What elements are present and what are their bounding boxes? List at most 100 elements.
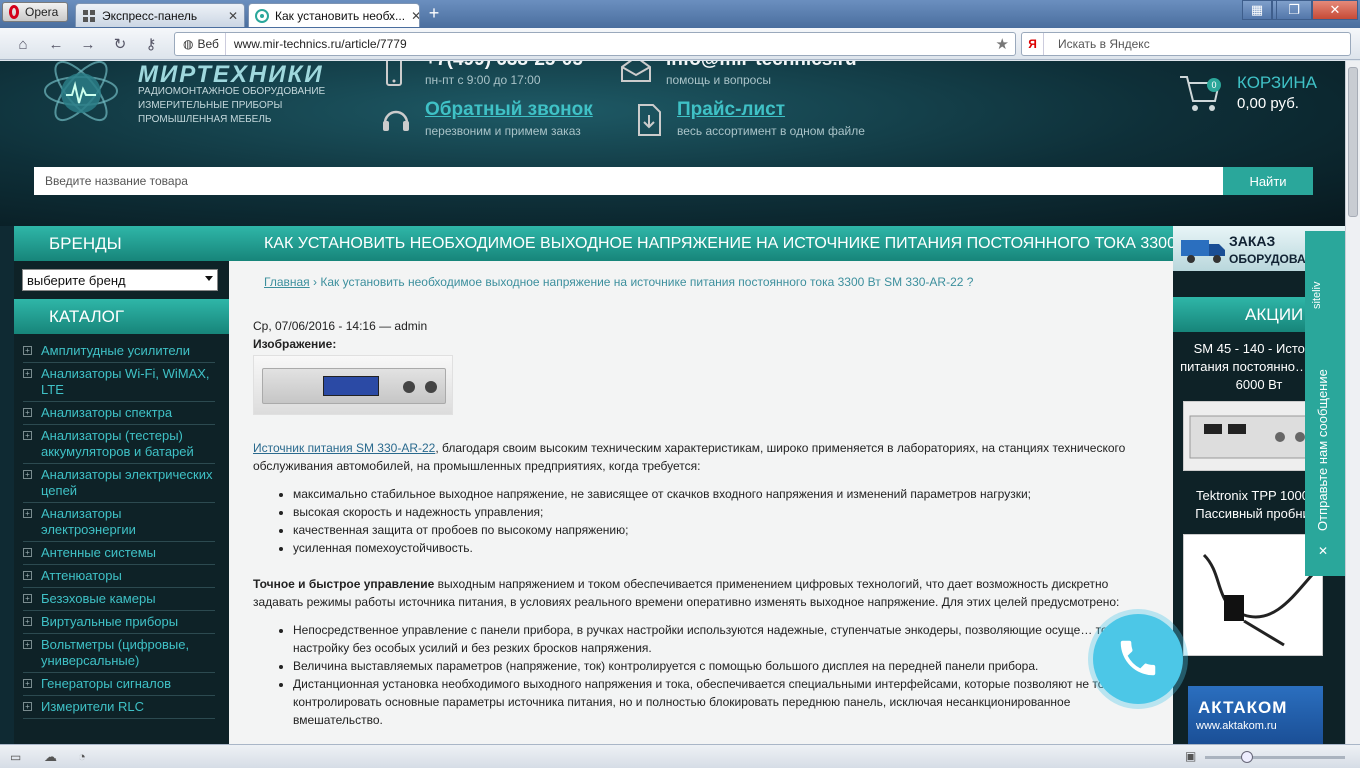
left-sidebar: БРЕНДЫ выберите бренд КАТАЛОГ + Амплитудн… [14,226,229,744]
list-item[interactable]: + Вольтметры (цифровые, универсальные) [23,634,215,673]
reload-icon[interactable]: ↻ [109,34,131,54]
phone-number[interactable]: +7(499) 638-25-05 [425,61,583,71]
list-item: усиленная помехоустойчивость. [293,539,1149,557]
brand-select[interactable]: выберите бренд [22,269,218,291]
site-header: МИРТЕХНИКИ РАДИОМОНТАЖНОЕ ОБОРУДОВАНИЕ И… [0,61,1345,226]
product-link[interactable]: Источник питания SM 330-AR-22 [253,441,435,455]
list-item[interactable]: + Измерители RLC [23,696,215,719]
search-button[interactable]: Найти [1223,167,1313,195]
catalog-list: + Амплитудные усилители + Анализаторы Wi-F… [14,334,229,719]
headset-icon [380,103,412,140]
list-item[interactable]: + Генераторы сигналов [23,673,215,696]
new-tab-button[interactable]: + [425,4,443,22]
key-icon[interactable]: ⚷ [140,34,162,54]
article-body: Ср, 07/06/2016 - 14:16 — admin Изображен… [229,317,1173,729]
back-icon[interactable]: ← [45,34,67,54]
plus-icon[interactable]: + [23,470,32,479]
email-address[interactable]: info@mir-technics.ru [666,61,857,71]
envelope-icon [620,61,652,88]
browser-search-field[interactable]: Я Искать в Яндекс [1021,32,1351,56]
plus-icon[interactable]: + [23,431,32,440]
feedback-label[interactable]: Отправьте нам сообщение [1315,369,1330,531]
logo-tagline: РАДИОМОНТАЖНОЕ ОБОРУДОВАНИЕ ИЗМЕРИТЕЛЬНЫ… [138,86,326,125]
tab-express-panel[interactable]: Экспресс-панель ✕ [75,3,245,27]
list-item[interactable]: + Анализаторы (тестеры) аккумуляторов и б… [23,425,215,464]
browser-statusbar: ▭ ☁ ◔ ▣ [0,744,1360,768]
tab-article[interactable]: Как установить необх... ✕ [248,3,420,27]
brands-title: БРЕНДЫ [14,226,229,261]
list-item: высокая скорость и надежность управления… [293,503,1149,521]
close-tab-icon[interactable]: ✕ [411,9,419,23]
breadcrumb: Главная › Как установить необходимое вых… [264,275,974,289]
opera-logo-icon [9,5,19,19]
plus-icon[interactable]: + [23,594,32,603]
list-item[interactable]: + Антенные системы [23,542,215,565]
plus-icon[interactable]: + [23,571,32,580]
plus-icon[interactable]: + [23,369,32,378]
page-title: КАК УСТАНОВИТЬ НЕОБХОДИМОЕ ВЫХОДНОЕ НАПР… [229,226,1173,261]
list-item[interactable]: + Анализаторы электрических цепей [23,464,215,503]
plus-icon[interactable]: + [23,640,32,649]
article-meta: Ср, 07/06/2016 - 14:16 — admin [253,319,428,333]
cart-label[interactable]: КОРЗИНА [1237,73,1317,93]
restore-button[interactable]: ❐ [1276,0,1312,20]
plus-icon[interactable]: + [23,617,32,626]
list-item[interactable]: + Виртуальные приборы [23,611,215,634]
breadcrumb-current: Как установить необходимое выходное напр… [320,275,974,289]
device-knob [425,381,437,393]
grid-icon [82,9,96,23]
zoom-icon[interactable]: ▣ [1185,749,1196,763]
list-item[interactable]: + Анализаторы электроэнергии [23,503,215,542]
plus-icon[interactable]: + [23,509,32,518]
address-bar[interactable]: ◍ Веб www.mir-technics.ru/article/7779 ★ [174,32,1016,56]
home-icon[interactable]: ⌂ [12,34,34,54]
list-item[interactable]: + Аттенюаторы [23,565,215,588]
plus-icon[interactable]: + [23,702,32,711]
site-favicon-icon [255,8,269,23]
product-image[interactable] [253,355,453,415]
list-item[interactable]: + Анализаторы спектра [23,402,215,425]
bookmark-star-icon[interactable]: ★ [996,35,1015,53]
cart-widget[interactable]: 0 КОРЗИНА 0,00 руб. [1178,69,1338,119]
device-display [323,376,379,396]
promo-item-1-image[interactable] [1183,401,1323,471]
list-item[interactable]: + Безэховые камеры [23,588,215,611]
close-tab-icon[interactable]: ✕ [228,9,238,23]
close-feedback-icon[interactable]: ✕ [1318,544,1328,558]
breadcrumb-home-link[interactable]: Главная [264,275,310,289]
close-window-button[interactable]: ✕ [1312,0,1358,20]
pricelist-link[interactable]: Прайс-лист [677,99,785,121]
panel-toggle-icon[interactable]: ▭ [10,750,21,764]
zoom-slider-thumb[interactable] [1241,751,1253,763]
list-item[interactable]: + Анализаторы Wi-Fi, WiMAX, LTE [23,363,215,402]
logo-globe-icon[interactable] [36,61,126,133]
list-item[interactable]: + Амплитудные усилители [23,340,215,363]
opera-menu-button[interactable]: Opera [2,2,68,22]
page-scrollbar[interactable] [1345,61,1360,744]
zoom-slider[interactable] [1205,751,1345,763]
catalog-title: КАТАЛОГ [14,299,229,334]
web-zone[interactable]: ◍ Веб [175,33,226,55]
speed-dial-icon[interactable]: ◔ [78,749,86,764]
device-front-panel [262,368,446,404]
aktakom-banner[interactable]: АКТАКОМ www.aktakom.ru [1188,686,1323,744]
scrollbar-thumb[interactable] [1348,67,1358,217]
cloud-icon[interactable]: ☁ [44,749,57,765]
cart-price: 0,00 руб. [1237,95,1299,112]
forward-icon[interactable]: → [77,34,99,54]
plus-icon[interactable]: + [23,408,32,417]
url-text[interactable]: www.mir-technics.ru/article/7779 [226,37,407,51]
callback-link[interactable]: Обратный звонок [425,99,593,121]
tabs-menu-button[interactable]: ▦ [1242,0,1272,20]
plus-icon[interactable]: + [23,548,32,557]
yandex-icon[interactable]: Я [1022,33,1044,55]
product-search-input[interactable]: Введите название товара [34,167,1223,195]
call-button[interactable] [1093,614,1183,704]
download-document-icon [636,103,662,140]
globe-icon: ◍ [183,37,194,51]
plus-icon[interactable]: + [23,679,32,688]
plus-icon[interactable]: + [23,346,32,355]
feedback-widget[interactable]: siteliv Отправьте нам сообщение ✕ [1305,231,1345,576]
promo-item-2-image[interactable] [1183,534,1323,656]
control-features-list: Непосредственное управление с панели при… [293,621,1149,729]
